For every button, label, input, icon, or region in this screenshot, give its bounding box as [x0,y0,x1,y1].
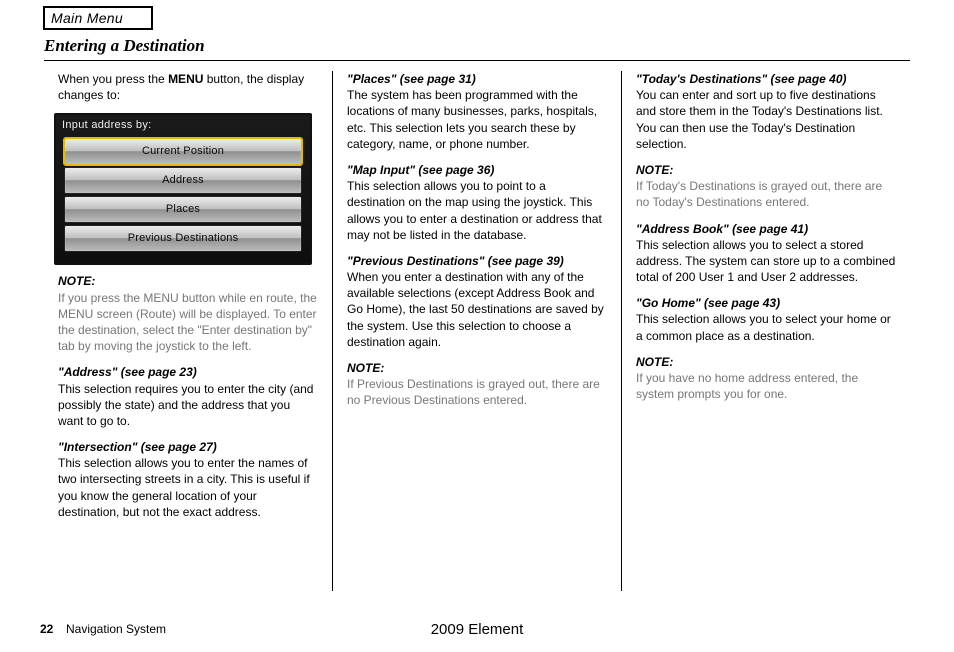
column-right: "Today's Destinations" (see page 40) You… [621,71,910,591]
note-text: If Previous Destinations is grayed out, … [347,376,607,408]
text-map-input: This selection allows you to point to a … [347,178,607,243]
menu-button-label: MENU [168,72,203,86]
text-todays: You can enter and sort up to five destin… [636,87,896,152]
screen-button-places[interactable]: Places [64,196,302,223]
content-columns: When you press the MENU button, the disp… [44,71,910,591]
note-label: NOTE: [636,354,896,370]
page-root: Main Menu Entering a Destination When yo… [0,0,954,591]
note-text: If Today's Destinations is grayed out, t… [636,178,896,210]
subhead-map-input: "Map Input" (see page 36) [347,162,607,178]
side-tab: Main Menu [43,6,153,30]
note-text: If you have no home address entered, the… [636,370,896,402]
subhead-places: "Places" (see page 31) [347,71,607,87]
screen-button-address[interactable]: Address [64,167,302,194]
subhead-gohome: "Go Home" (see page 43) [636,295,896,311]
text-address: This selection requires you to enter the… [58,381,318,430]
subhead-addressbook: "Address Book" (see page 41) [636,221,896,237]
subhead-address: "Address" (see page 23) [58,364,318,380]
subhead-todays: "Today's Destinations" (see page 40) [636,71,896,87]
column-left: When you press the MENU button, the disp… [44,71,332,591]
screen-button-previous-destinations[interactable]: Previous Destinations [64,225,302,252]
note-label: NOTE: [636,162,896,178]
screenshot-title: Input address by: [60,117,306,136]
column-middle: "Places" (see page 31) The system has be… [332,71,621,591]
text-previous: When you enter a destination with any of… [347,269,607,350]
subhead-previous: "Previous Destinations" (see page 39) [347,253,607,269]
nav-screenshot: Input address by: Current Position Addre… [54,113,312,265]
subhead-intersection: "Intersection" (see page 27) [58,439,318,455]
page-title: Entering a Destination [44,36,910,61]
text-places: The system has been programmed with the … [347,87,607,152]
text-intersection: This selection allows you to enter the n… [58,455,318,520]
footer-model-year: 2009 Element [0,621,954,638]
text-gohome: This selection allows you to select your… [636,311,896,343]
note-label: NOTE: [347,360,607,376]
note-text: If you press the MENU button while en ro… [58,290,318,355]
text: When you press the [58,72,168,86]
screen-button-current-position[interactable]: Current Position [64,138,302,165]
text-addressbook: This selection allows you to select a st… [636,237,896,286]
note-label: NOTE: [58,273,318,289]
tab-row: Main Menu [43,6,910,30]
intro-text: When you press the MENU button, the disp… [58,71,318,103]
